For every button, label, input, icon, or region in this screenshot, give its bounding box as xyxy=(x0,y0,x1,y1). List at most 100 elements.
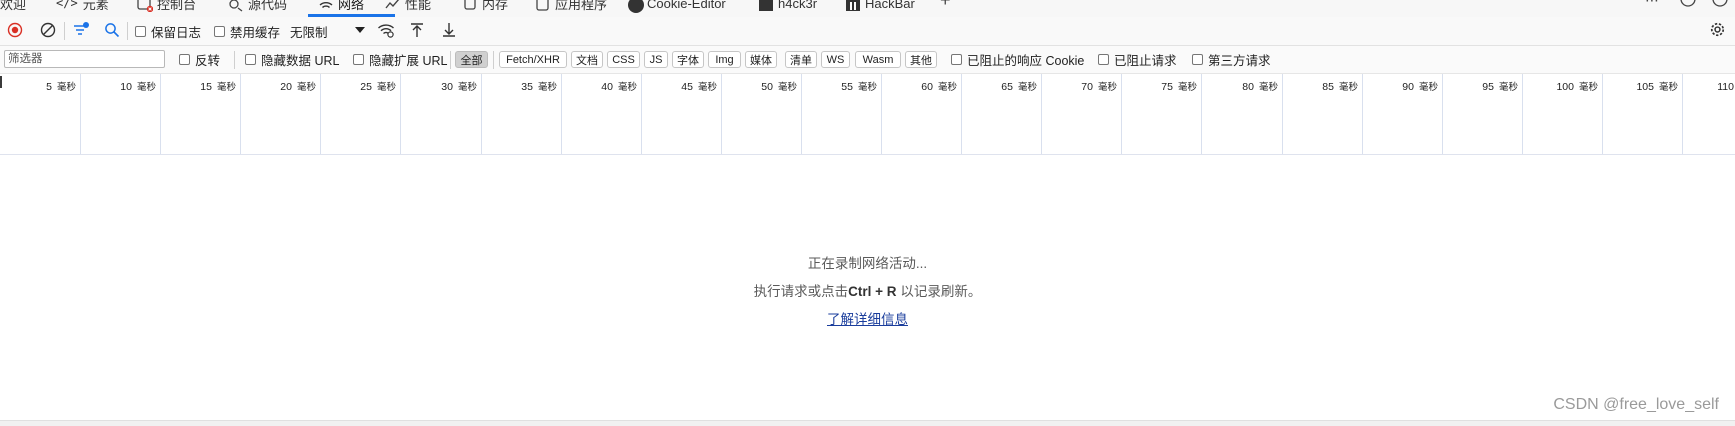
third-party-label: 第三方请求 xyxy=(1208,54,1271,68)
learn-more-link[interactable]: 了解详细信息 xyxy=(827,312,908,327)
filter-input[interactable] xyxy=(4,50,165,68)
tick-unit: 毫秒 xyxy=(457,82,477,93)
timeline-tick-label: 95 毫秒 xyxy=(1482,79,1518,93)
preserve-log-label: 保留日志 xyxy=(151,25,202,40)
timeline-tick-label: 35 毫秒 xyxy=(521,79,557,93)
tick-value: 65 xyxy=(1001,81,1013,93)
hide-data-urls-checkbox[interactable]: 隐藏数据 URL xyxy=(245,46,339,73)
blocked-cookies-checkbox[interactable]: 已阻止的响应 Cookie xyxy=(951,46,1084,73)
tick-value: 105 xyxy=(1636,81,1654,93)
tab-h4ck3r[interactable]: h4ck3r xyxy=(758,0,817,13)
timeline-gridline xyxy=(1121,74,1122,154)
help-icon[interactable] xyxy=(1680,0,1696,10)
checkbox-box[interactable] xyxy=(135,25,146,37)
filter-type-fetch-xhr[interactable]: Fetch/XHR xyxy=(499,51,567,68)
tab-network[interactable]: 网络 xyxy=(318,0,364,13)
timeline-tick-label: 110毫秒 xyxy=(1717,79,1735,93)
filter-type-font[interactable]: 字体 xyxy=(672,51,704,68)
filter-type-js[interactable]: JS xyxy=(644,51,668,68)
more-tools-icon[interactable]: ⋯ xyxy=(1645,0,1659,9)
network-conditions-button[interactable] xyxy=(377,17,395,45)
tab-cookie-editor[interactable]: Cookie-Editor xyxy=(627,0,726,13)
filter-type-ws[interactable]: WS xyxy=(821,51,850,68)
tab-hackbar[interactable]: HackBar xyxy=(845,0,915,13)
checkbox-box[interactable] xyxy=(179,54,190,65)
hide-extension-urls-checkbox[interactable]: 隐藏扩展 URL xyxy=(353,46,447,73)
timeline-gridline xyxy=(1602,74,1603,154)
throttling-select[interactable]: 无限制 xyxy=(290,22,366,40)
timeline-gridline xyxy=(160,74,161,154)
network-settings-button[interactable] xyxy=(1709,17,1726,45)
tab-sources[interactable]: 源代码 xyxy=(228,0,287,13)
filter-type-manifest[interactable]: 清单 xyxy=(785,51,817,68)
filter-type-css[interactable]: CSS xyxy=(607,51,640,68)
disable-cache-checkbox[interactable]: 禁用缓存 xyxy=(214,17,280,45)
tick-unit: 毫秒 xyxy=(537,82,557,93)
record-icon xyxy=(7,22,23,41)
console-icon xyxy=(137,0,154,12)
checkbox-box[interactable] xyxy=(353,54,364,65)
filter-type-other[interactable]: 其他 xyxy=(905,51,937,68)
sources-icon xyxy=(228,0,243,12)
memory-icon xyxy=(462,0,477,11)
tick-unit: 毫秒 xyxy=(1658,82,1678,93)
tab-memory[interactable]: 内存 xyxy=(462,0,508,13)
filter-type-media[interactable]: 媒体 xyxy=(745,51,777,68)
blocked-requests-checkbox[interactable]: 已阻止请求 xyxy=(1098,46,1177,73)
timeline-gridline xyxy=(1442,74,1443,154)
tab-label: HackBar xyxy=(865,0,915,11)
timeline-tick-label: 65 毫秒 xyxy=(1001,79,1037,93)
preserve-log-checkbox[interactable]: 保留日志 xyxy=(135,17,201,45)
export-har-button[interactable] xyxy=(441,17,457,45)
tab-welcome[interactable]: 欢迎 xyxy=(0,0,26,13)
invert-label: 反转 xyxy=(195,54,221,68)
tick-value: 30 xyxy=(441,81,453,93)
tab-application[interactable]: 应用程序 xyxy=(535,0,607,13)
checkbox-box[interactable] xyxy=(1098,54,1109,65)
timeline-range-handle[interactable] xyxy=(0,76,2,88)
bottom-border xyxy=(0,420,1735,426)
timeline-tick-label: 80 毫秒 xyxy=(1242,79,1278,93)
filter-type-all[interactable]: 全部 xyxy=(455,51,488,68)
tick-value: 25 xyxy=(360,81,372,93)
tick-value: 40 xyxy=(601,81,613,93)
clear-button[interactable] xyxy=(40,17,56,45)
tab-console[interactable]: 控制台 xyxy=(137,0,196,13)
third-party-checkbox[interactable]: 第三方请求 xyxy=(1192,46,1271,73)
filter-type-wasm[interactable]: Wasm xyxy=(855,51,901,68)
filter-type-img[interactable]: Img xyxy=(708,51,741,68)
tick-value: 85 xyxy=(1322,81,1334,93)
tick-unit: 毫秒 xyxy=(56,82,76,93)
tick-value: 15 xyxy=(200,81,212,93)
timeline-tick-label: 50 毫秒 xyxy=(761,79,797,93)
download-icon xyxy=(441,22,457,41)
tick-value: 35 xyxy=(521,81,533,93)
filter-type-doc[interactable]: 文档 xyxy=(571,51,603,68)
import-har-button[interactable] xyxy=(409,17,425,45)
network-overview-timeline[interactable]: 5 毫秒 10 毫秒 15 毫秒 20 毫秒 25 毫秒 30 毫秒 35 毫秒 40 毫秒 45 毫秒 50 毫秒 5… xyxy=(0,74,1735,155)
tick-unit: 毫秒 xyxy=(617,82,637,93)
search-icon xyxy=(104,22,120,41)
wifi-settings-icon xyxy=(377,21,395,42)
tab-label: 应用程序 xyxy=(555,0,608,12)
timeline-tick-label: 85 毫秒 xyxy=(1322,79,1358,93)
devtools-tab-bar: 欢迎 </> 元素 控制台 源代码 网络 性能 内存 应用程序 Cookie-E… xyxy=(0,0,1735,18)
close-devtools-icon[interactable] xyxy=(1712,0,1728,10)
search-button[interactable] xyxy=(104,17,120,45)
checkbox-box[interactable] xyxy=(951,54,962,65)
network-icon xyxy=(318,0,333,11)
invert-checkbox[interactable]: 反转 xyxy=(179,46,220,73)
tick-unit: 毫秒 xyxy=(136,82,156,93)
filter-toggle-button[interactable] xyxy=(72,17,90,45)
timeline-tick-label: 90 毫秒 xyxy=(1402,79,1438,93)
tab-performance[interactable]: 性能 xyxy=(385,0,431,13)
checkbox-box[interactable] xyxy=(1192,54,1203,65)
checkbox-box[interactable] xyxy=(214,25,225,37)
timeline-gridline xyxy=(1682,74,1683,154)
checkbox-box[interactable] xyxy=(245,54,256,65)
recording-message: 正在录制网络活动... xyxy=(807,256,928,271)
record-button[interactable] xyxy=(7,17,23,45)
tab-elements[interactable]: </> 元素 xyxy=(56,0,109,13)
watermark-text: CSDN @free_love_self xyxy=(1553,396,1719,413)
add-tab-icon[interactable]: + xyxy=(940,0,951,11)
